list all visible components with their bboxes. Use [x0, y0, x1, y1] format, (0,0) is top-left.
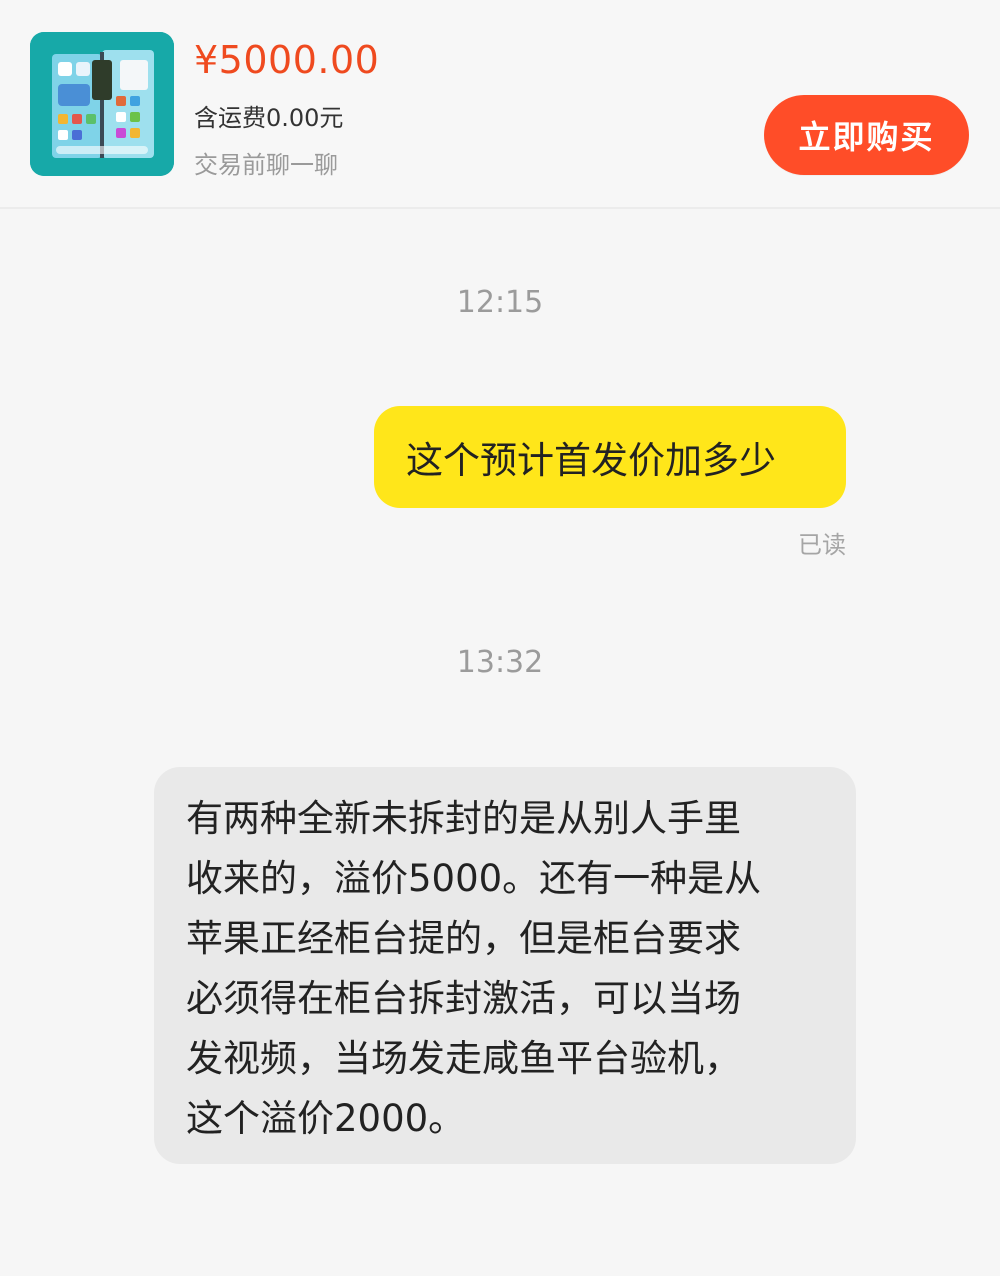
- message-text-line: 有两种全新未拆封的是从别人手里: [186, 797, 741, 840]
- message-text-line: 苹果正经柜台提的，但是柜台要求: [186, 917, 741, 960]
- read-status: 已读: [798, 531, 846, 559]
- product-thumbnail[interactable]: [30, 32, 174, 176]
- message-text-line: 必须得在柜台拆封激活，可以当场: [186, 977, 741, 1020]
- message-timestamp: 12:15: [456, 285, 544, 320]
- message-text: 这个预计首发价加多少: [406, 439, 776, 482]
- chat-hint: 交易前聊一聊: [194, 151, 338, 179]
- message-text-line: 收来的，溢价5000。还有一种是从: [186, 857, 762, 900]
- folding-phone-icon: [30, 32, 174, 176]
- message-timestamp: 13:32: [456, 645, 544, 680]
- chat-page: ¥5000.00 含运费0.00元 交易前聊一聊 立即购买 12:15 这个预计…: [0, 0, 1000, 1276]
- incoming-message-bubble[interactable]: 有两种全新未拆封的是从别人手里 收来的，溢价5000。还有一种是从 苹果正经柜台…: [154, 767, 856, 1164]
- outgoing-message-bubble[interactable]: 这个预计首发价加多少: [374, 406, 846, 508]
- message-text-line: 发视频，当场发走咸鱼平台验机，: [186, 1037, 741, 1080]
- product-price: ¥5000.00: [194, 38, 380, 82]
- product-card[interactable]: ¥5000.00 含运费0.00元 交易前聊一聊 立即购买: [0, 0, 1000, 209]
- shipping-fee: 含运费0.00元: [194, 104, 344, 132]
- message-text-line: 这个溢价2000。: [186, 1097, 466, 1140]
- buy-now-button[interactable]: 立即购买: [764, 95, 969, 175]
